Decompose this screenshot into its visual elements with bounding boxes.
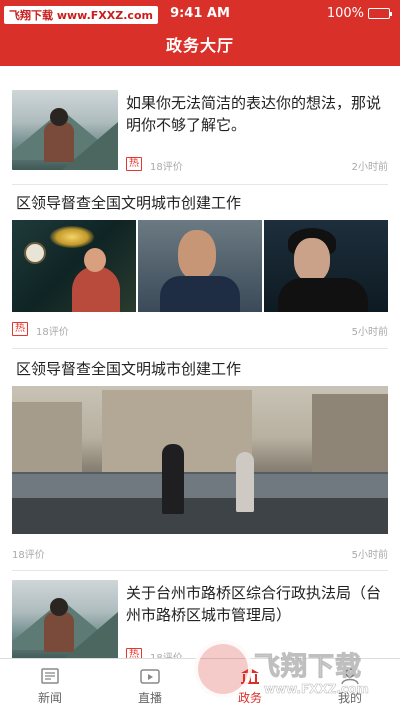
- divider: [12, 570, 388, 571]
- article-image-3: [264, 220, 388, 312]
- article-title: 区领导督查全国文明城市创建工作: [16, 360, 242, 378]
- comment-count: 18评价: [12, 550, 45, 561]
- article-banner-image: [12, 386, 388, 534]
- article-time: 5小时前: [351, 550, 388, 561]
- article-title: 关于台州市路桥区综合行政执法局（台州市路桥区城市管理局）: [126, 584, 382, 624]
- comment-count: 18评价: [36, 327, 69, 338]
- hot-tag: 热: [126, 648, 142, 658]
- battery-percent: 100%: [326, 6, 364, 21]
- comment-count: 18评价: [150, 649, 183, 658]
- hot-tag: 热: [12, 322, 28, 336]
- tab-live[interactable]: 直播: [100, 659, 200, 712]
- article-image-1: [12, 220, 136, 312]
- article-thumbnail: [12, 580, 118, 658]
- battery-icon: [368, 8, 392, 19]
- article-thumbnail: [12, 90, 118, 170]
- comment-count: 18评价: [150, 162, 183, 173]
- nav-bar: 政务大厅: [0, 28, 400, 66]
- news-icon: [41, 667, 59, 684]
- article-time: 2小时前: [351, 162, 388, 173]
- watermark-circle-icon: [194, 640, 252, 698]
- news-feed[interactable]: 如果你无法简洁的表达你的想法，那说明你不够了解它。 热 18评价 2小时前 区领…: [0, 66, 400, 658]
- watermark-brand: 飞翔下载: [253, 652, 363, 683]
- watermark-url: www.FXXZ.com: [264, 682, 369, 697]
- article-image-2: [138, 220, 262, 312]
- live-icon: [140, 668, 160, 684]
- status-bar: 飞翔下载 www.FXXZ.com 9:41 AM 100%: [0, 0, 400, 28]
- page-title: 政务大厅: [165, 36, 234, 55]
- tab-news[interactable]: 新闻: [0, 659, 100, 712]
- tab-label: 直播: [137, 690, 162, 705]
- watermark-logo: 飞翔下载 www.FXXZ.com: [194, 640, 394, 704]
- hot-tag: 热: [126, 157, 142, 171]
- divider: [12, 348, 388, 349]
- article-title: 区领导督查全国文明城市创建工作: [16, 194, 242, 212]
- article-title: 如果你无法简洁的表达你的想法，那说明你不够了解它。: [126, 94, 382, 134]
- tab-label: 新闻: [37, 690, 62, 705]
- article-time: 5小时前: [351, 327, 388, 338]
- battery-indicator: 100%: [326, 6, 392, 21]
- divider: [12, 184, 388, 185]
